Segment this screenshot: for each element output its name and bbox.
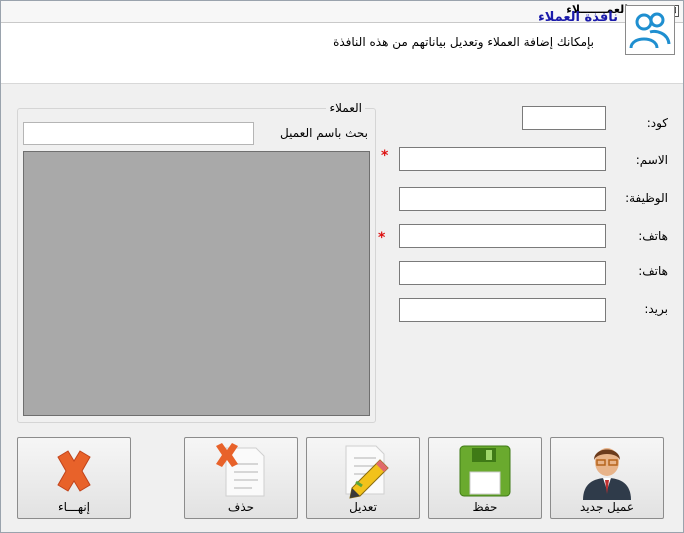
phone1-required-mark: *	[378, 230, 386, 246]
delete-label: حذف	[227, 500, 255, 514]
delete-document-icon	[216, 443, 265, 497]
name-required-mark: *	[381, 148, 389, 164]
exit-button[interactable]: إنهـــاء	[17, 437, 131, 519]
exit-label: إنهـــاء	[57, 500, 91, 514]
email-label: بريد:	[644, 302, 668, 316]
phone2-label: هاتف:	[638, 264, 668, 278]
close-x-icon	[57, 450, 91, 492]
header-title: نافذة العملاء	[538, 10, 618, 25]
email-field[interactable]	[399, 298, 606, 322]
user-avatar-icon	[583, 448, 631, 500]
job-label: الوظيفة:	[625, 191, 668, 205]
phone1-label: هاتف:	[638, 229, 668, 243]
phone2-field[interactable]	[399, 261, 606, 285]
edit-button[interactable]: تعديل	[306, 437, 420, 519]
customers-grid[interactable]	[23, 151, 370, 416]
name-label: الاسم:	[635, 153, 668, 167]
new-customer-button[interactable]: عميل جديد	[550, 437, 664, 519]
header-panel	[1, 23, 683, 84]
save-label: حفظ	[472, 500, 498, 514]
customers-group-title: العملاء	[326, 101, 365, 115]
save-floppy-icon	[459, 445, 511, 497]
new-customer-label: عميل جديد	[580, 500, 634, 514]
delete-button[interactable]: حذف	[184, 437, 298, 519]
save-button[interactable]: حفظ	[428, 437, 542, 519]
name-field[interactable]	[399, 147, 606, 171]
header-subtitle: بإمكانك إضافة العملاء وتعديل بياناتهم من…	[333, 35, 594, 49]
search-input[interactable]	[23, 122, 254, 145]
edit-pencil-icon	[345, 445, 389, 499]
code-field[interactable]	[522, 106, 606, 130]
users-icon	[625, 5, 675, 55]
code-label: كود:	[646, 116, 668, 130]
job-field[interactable]	[399, 187, 606, 211]
edit-label: تعديل	[349, 500, 377, 514]
search-label: بحث باسم العميل	[280, 126, 368, 140]
phone1-field[interactable]	[399, 224, 606, 248]
